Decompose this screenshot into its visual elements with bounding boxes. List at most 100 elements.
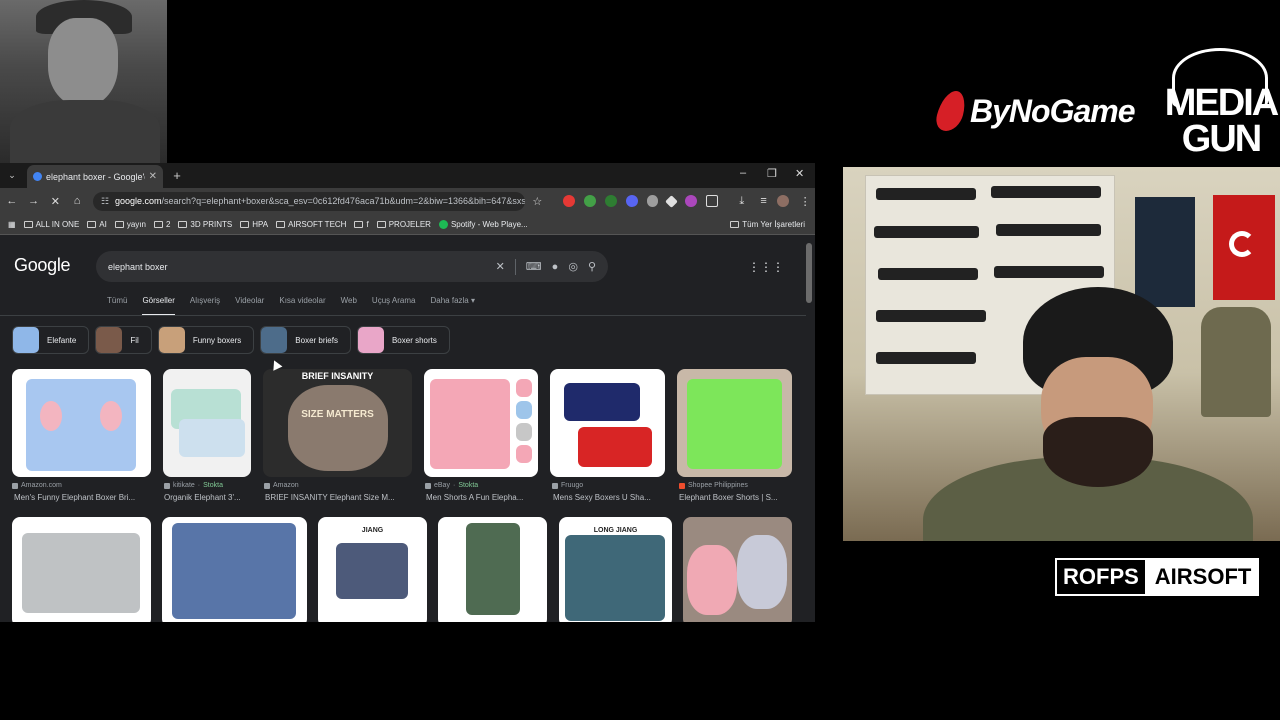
tab-videos[interactable]: Videolar	[235, 296, 264, 316]
new-tab-button[interactable]: +	[167, 166, 187, 186]
extension-discord-icon[interactable]	[625, 195, 638, 207]
extension-shield-icon[interactable]	[583, 195, 596, 207]
bookmark-spotify[interactable]: Spotify - Web Playe...	[438, 219, 528, 229]
result-image[interactable]	[163, 369, 251, 477]
chip-fil[interactable]: Fil	[95, 326, 152, 354]
chip-boxer-shorts[interactable]: Boxer shorts	[356, 326, 450, 354]
tab-close-icon[interactable]: ✕	[149, 171, 157, 182]
result-source[interactable]: kitikate · Stokta	[164, 482, 223, 489]
chip-elefante[interactable]: Elefante	[12, 326, 90, 354]
result-caption[interactable]: BRIEF INSANITY Elephant Size M...	[265, 493, 395, 502]
result-caption[interactable]: Men Shorts A Fun Elepha...	[426, 493, 523, 502]
google-logo[interactable]: Google	[14, 255, 71, 276]
image-text: SIZE MATTERS	[301, 409, 374, 420]
tab-all[interactable]: Tümü	[107, 296, 127, 316]
media-control-icon[interactable]: ≡	[754, 191, 774, 211]
result-image[interactable]	[12, 517, 151, 622]
folder-icon	[730, 220, 740, 228]
all-bookmarks[interactable]: Tüm Yer İşaretleri	[730, 220, 805, 229]
address-bar[interactable]: ☷ google.com/search?q=elephant+boxer&sca…	[92, 191, 526, 211]
chip-boxer-briefs[interactable]: Boxer briefs	[260, 326, 351, 354]
image-text: BRIEF INSANITY	[301, 371, 374, 381]
navigation-bar: ← → ✕ ⌂ ☷ google.com/search?q=elephant+b…	[0, 188, 815, 214]
folder-icon	[276, 220, 286, 228]
google-favicon-icon	[33, 172, 42, 181]
url-domain: google.com	[115, 196, 162, 206]
home-icon[interactable]: ⌂	[67, 191, 87, 211]
mediagun-line1: MEDIA	[1164, 82, 1279, 124]
tab-web[interactable]: Web	[341, 296, 357, 316]
extension-purple-icon[interactable]	[685, 195, 698, 207]
result-caption[interactable]: Elephant Boxer Shorts | S...	[679, 493, 778, 502]
google-apps-icon[interactable]: ⋮⋮⋮	[748, 260, 784, 274]
tab-flights[interactable]: Uçuş Arama	[372, 296, 416, 316]
spotify-icon	[438, 219, 448, 229]
result-source[interactable]: eBay · Stokta	[425, 482, 478, 489]
bookmark-airsoft-tech[interactable]: AIRSOFT TECH	[276, 220, 346, 229]
portrait-photo	[0, 0, 167, 163]
extension-grammarly-icon[interactable]	[604, 195, 617, 207]
result-source[interactable]: Fruugo	[552, 482, 583, 489]
bookmark-3d-prints[interactable]: 3D PRINTS	[178, 220, 232, 229]
result-image[interactable]	[550, 369, 665, 477]
bookmark-ai[interactable]: AI	[87, 220, 107, 229]
result-caption[interactable]: Men's Funny Elephant Boxer Bri...	[14, 493, 135, 502]
extension-red-icon[interactable]	[563, 195, 575, 207]
result-image[interactable]	[12, 369, 151, 477]
extension-ublock-icon[interactable]	[646, 195, 659, 207]
tab-more[interactable]: Daha fazla ▾	[431, 296, 476, 316]
search-icon[interactable]: ⚲	[588, 260, 596, 273]
chip-funny-boxers[interactable]: Funny boxers	[157, 326, 255, 354]
tab-short-videos[interactable]: Kısa videolar	[279, 296, 325, 316]
forward-icon[interactable]: →	[24, 191, 44, 211]
folder-icon	[354, 220, 364, 228]
stop-icon[interactable]: ✕	[45, 191, 65, 211]
result-image[interactable]: LONG JIANG	[559, 517, 672, 622]
restore-button[interactable]: ❐	[767, 167, 777, 180]
profile-avatar[interactable]	[777, 195, 790, 207]
tab-images[interactable]: Görseller	[142, 296, 175, 316]
close-window-button[interactable]: ✕	[795, 167, 804, 180]
result-image[interactable]: BRIEF INSANITY SIZE MATTERS	[263, 369, 412, 477]
site-info-icon[interactable]: ☷	[101, 196, 109, 207]
tab-shopping[interactable]: Alışveriş	[190, 296, 220, 316]
result-image[interactable]	[162, 517, 307, 622]
back-icon[interactable]: ←	[2, 191, 22, 211]
menu-kebab-icon[interactable]: ⋮	[795, 191, 815, 211]
extension-diamond-icon[interactable]	[665, 194, 679, 208]
tab-search-dropdown-icon[interactable]: ⌄	[3, 167, 21, 185]
bookmark-hpa[interactable]: HPA	[240, 220, 268, 229]
result-image[interactable]: JIANG	[318, 517, 427, 622]
result-caption[interactable]: Mens Sexy Boxers U Sha...	[553, 493, 651, 502]
result-image[interactable]	[438, 517, 547, 622]
result-caption[interactable]: Organik Elephant 3'...	[164, 493, 241, 502]
minimize-button[interactable]: –	[740, 167, 746, 179]
search-tabs: Tümü Görseller Alışveriş Videolar Kısa v…	[107, 296, 475, 316]
bookmark-all-in-one[interactable]: ALL IN ONE	[23, 220, 79, 229]
result-source[interactable]: Shopee Philippines	[679, 482, 748, 489]
mic-icon[interactable]: ●	[552, 261, 559, 273]
result-image[interactable]	[683, 517, 792, 622]
apps-grid-icon[interactable]: ▦	[8, 220, 16, 229]
keyboard-icon[interactable]: ⌨	[526, 260, 542, 273]
bookmark-projeler[interactable]: PROJELER	[376, 220, 431, 229]
result-image[interactable]	[677, 369, 792, 477]
browser-tab[interactable]: elephant boxer - Google'da Ara ✕	[27, 165, 163, 188]
lens-icon[interactable]: ◎	[568, 260, 578, 273]
bookmark-2[interactable]: 2	[153, 220, 170, 229]
tab-title: elephant boxer - Google'da Ara	[46, 171, 145, 182]
result-image[interactable]	[424, 369, 538, 477]
bookmark-star-icon[interactable]: ☆	[527, 191, 547, 211]
search-box[interactable]: elephant boxer ✕ ⌨ ● ◎ ⚲	[96, 251, 608, 282]
clear-icon[interactable]: ✕	[496, 260, 505, 273]
bookmark-f[interactable]: f	[354, 220, 369, 229]
scrollbar[interactable]	[806, 243, 812, 303]
result-source[interactable]: Amazon.com	[12, 482, 62, 489]
image-text: JIANG	[361, 527, 384, 534]
search-input[interactable]: elephant boxer	[108, 262, 486, 272]
bookmark-yayin[interactable]: yayın	[114, 220, 146, 229]
extensions-puzzle-icon[interactable]	[706, 195, 718, 207]
downloads-icon[interactable]: ⤓	[732, 191, 752, 211]
google-results-page: Google elephant boxer ✕ ⌨ ● ◎ ⚲ ⋮⋮⋮ Tümü…	[0, 235, 815, 622]
result-source[interactable]: Amazon	[264, 482, 299, 489]
